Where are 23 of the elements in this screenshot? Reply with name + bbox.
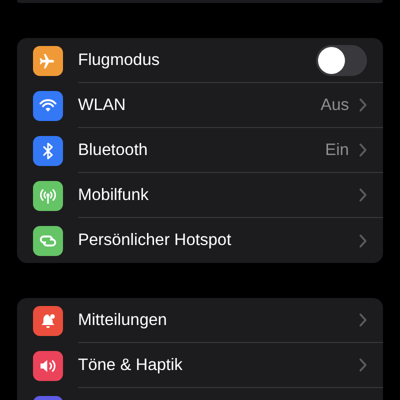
toggle-switch[interactable]	[316, 44, 367, 76]
bell-icon	[33, 306, 63, 336]
chevron-icon	[359, 358, 367, 372]
setting-value: Aus	[320, 96, 349, 114]
chevron-icon	[359, 143, 367, 157]
link-icon	[33, 226, 63, 256]
chevron-icon	[359, 234, 367, 248]
setting-label[interactable]: Mitteilungen	[78, 310, 359, 330]
airplane-icon	[33, 46, 63, 76]
setting-label[interactable]: WLAN	[78, 96, 321, 114]
chevron-icon	[359, 98, 367, 112]
setting-label[interactable]: Persönlicher Hotspot	[78, 231, 359, 250]
bluetooth-icon	[33, 136, 63, 166]
speaker-icon	[33, 350, 63, 380]
wifi-icon	[33, 90, 63, 120]
setting-label[interactable]: Flugmodus	[78, 50, 316, 70]
setting-label[interactable]: Mobilfunk	[78, 186, 359, 204]
antenna-icon	[33, 180, 63, 210]
setting-label[interactable]: Bluetooth	[78, 140, 326, 160]
setting-label[interactable]: Töne & Haptik	[78, 356, 359, 374]
chevron-icon	[359, 188, 367, 202]
chevron-icon	[359, 313, 367, 327]
setting-value: Ein	[325, 140, 349, 160]
